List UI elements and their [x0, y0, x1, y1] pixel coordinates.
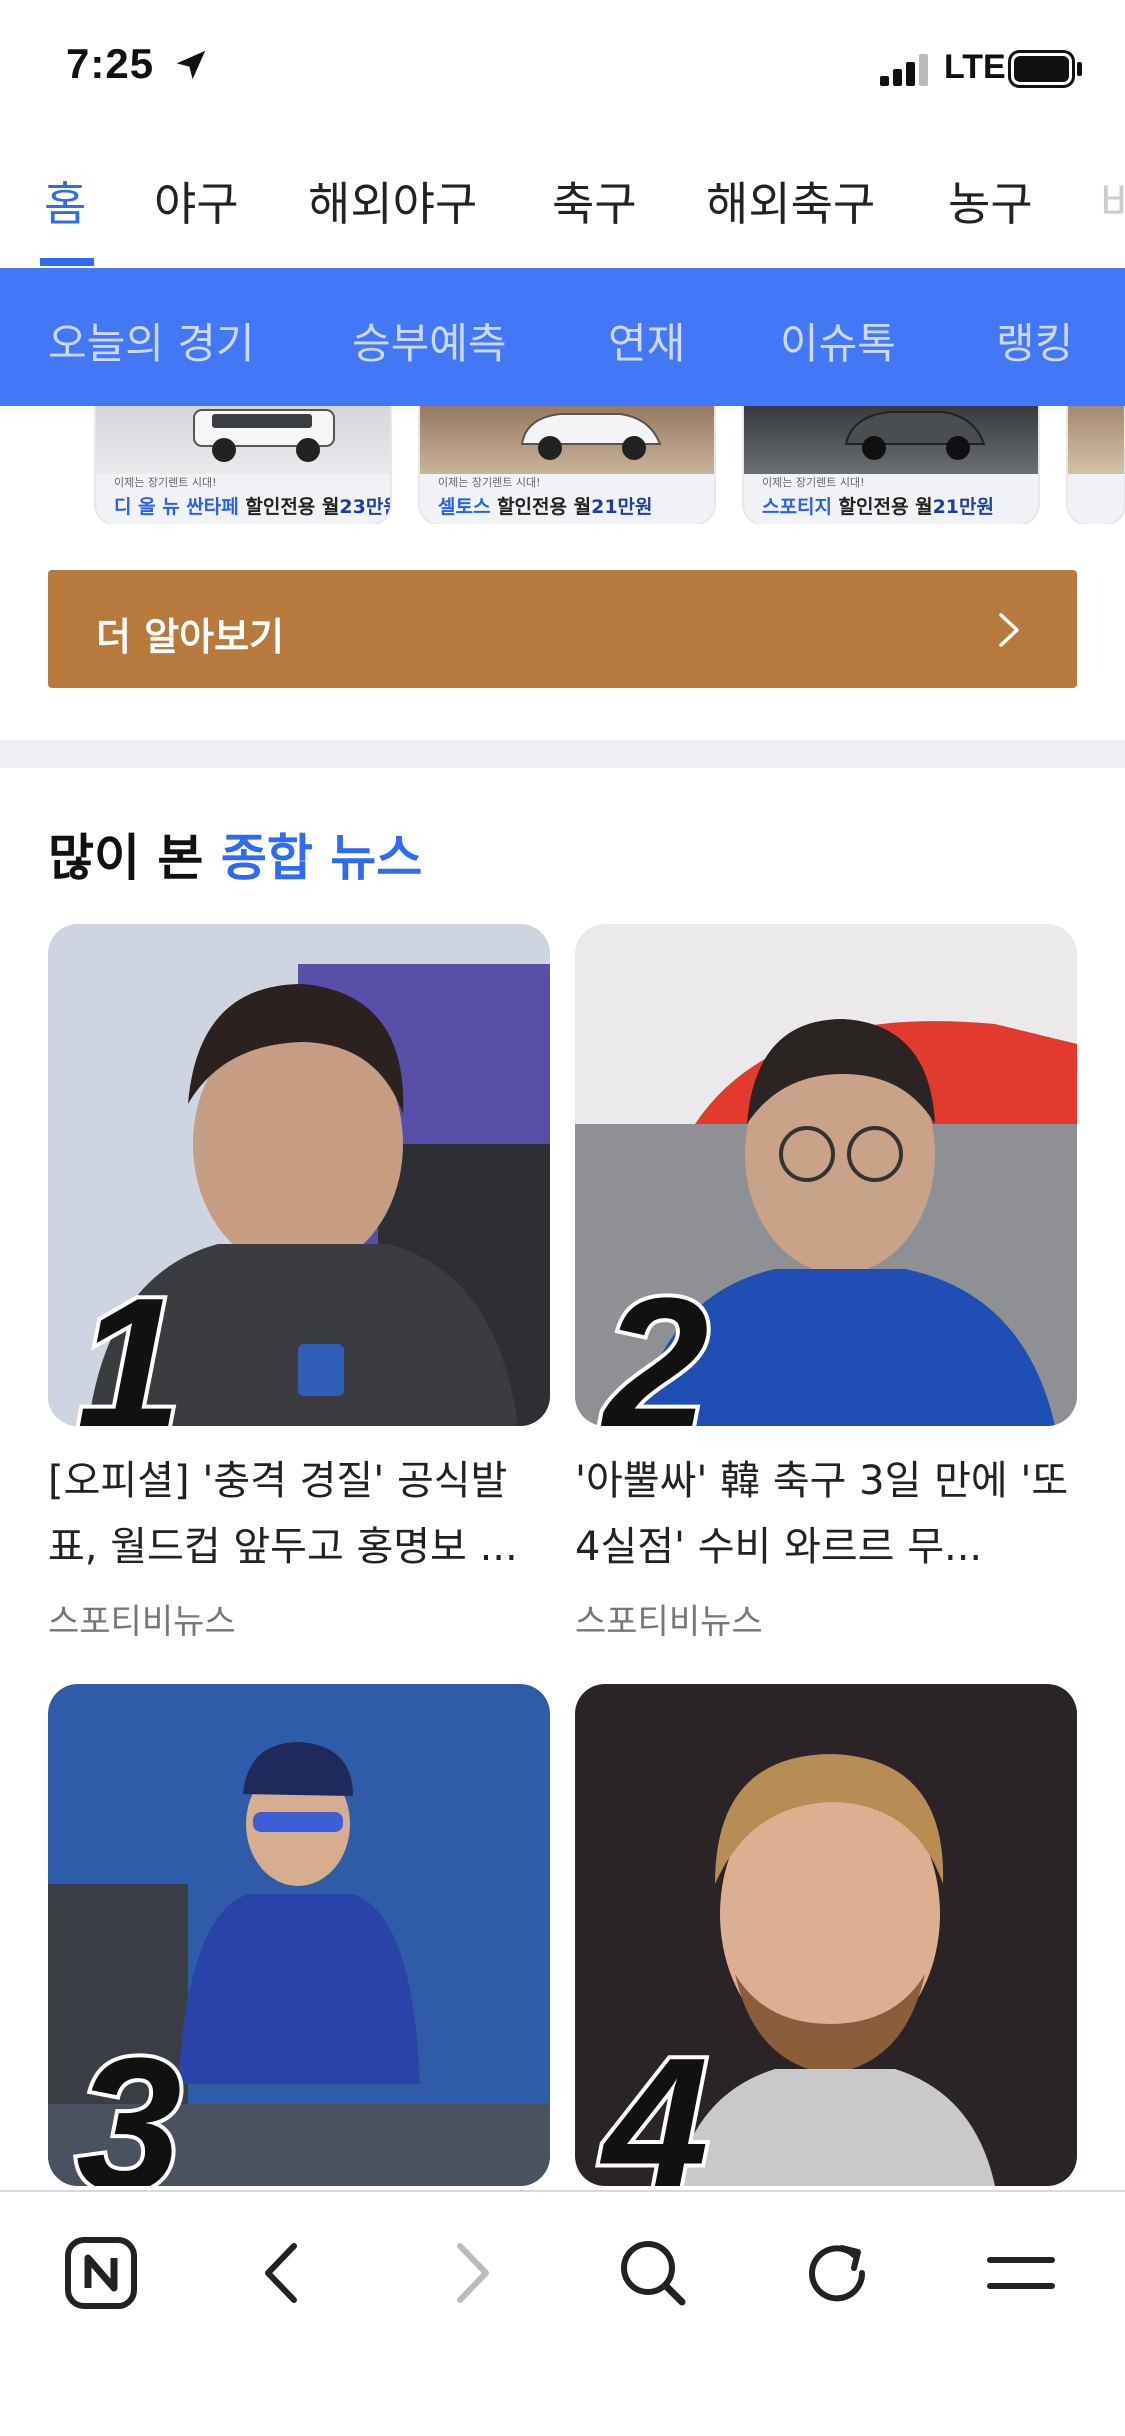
- ad-tagline: 이제는 장기렌트 시대!: [114, 476, 217, 489]
- ad-offer: 디 올 뉴 싼타페 할인전용 월23만원: [114, 496, 390, 518]
- ad-tagline: 이제는 장기렌트 시대!: [762, 476, 865, 489]
- rank-number: 4: [599, 2019, 713, 2186]
- news-card[interactable]: 4: [575, 1684, 1077, 2186]
- browser-toolbar: [0, 2190, 1125, 2436]
- rank-number: 2: [599, 1259, 713, 1426]
- tab-overseas-baseball[interactable]: 해외야구: [308, 168, 477, 234]
- subnav-prediction[interactable]: 승부예측: [352, 310, 507, 371]
- menu-icon[interactable]: [976, 2228, 1066, 2318]
- battery-icon: [1008, 50, 1082, 88]
- signal-icon: [880, 54, 928, 86]
- car-image: [1068, 406, 1124, 474]
- news-thumbnail: 3: [48, 1684, 550, 2186]
- status-time: 7:25: [66, 40, 155, 87]
- car-icon: [844, 411, 986, 460]
- subnav-ranking[interactable]: 랭킹: [996, 310, 1073, 371]
- rank-number: 1: [72, 1259, 186, 1426]
- news-thumbnail: 4: [575, 1684, 1077, 2186]
- news-title[interactable]: '아뿔싸' 韓 축구 3일 만에 '또 4실점' 수비 와르르 무...: [575, 1448, 1077, 1580]
- naver-home-icon[interactable]: [56, 2228, 146, 2318]
- section-title: 많이 본 종합 뉴스: [48, 829, 423, 887]
- tab-soccer[interactable]: 축구: [552, 168, 637, 234]
- news-card[interactable]: 1 [오피셜] '충격 경질' 공식발표, 월드컵 앞두고 홍명보 ... 스포…: [48, 924, 550, 1644]
- back-icon[interactable]: [240, 2228, 330, 2318]
- car-icon: [193, 409, 335, 462]
- ad-card[interactable]: [1066, 406, 1125, 524]
- rank-number: 3: [72, 2019, 186, 2186]
- subnav-today-games[interactable]: 오늘의 경기: [48, 310, 255, 371]
- tab-baseball[interactable]: 야구: [154, 168, 239, 234]
- news-card[interactable]: 2 '아뿔싸' 韓 축구 3일 만에 '또 4실점' 수비 와르르 무... 스…: [575, 924, 1077, 1644]
- news-source: 스포티비뉴스: [575, 1602, 763, 1642]
- active-tab-indicator: [40, 258, 94, 266]
- tab-basketball[interactable]: 농구: [948, 168, 1033, 234]
- news-title[interactable]: [오피셜] '충격 경질' 공식발표, 월드컵 앞두고 홍명보 ...: [48, 1448, 550, 1580]
- ad-tagline: 이제는 장기렌트 시대!: [438, 476, 541, 489]
- sub-nav: 오늘의 경기 승부예측 연재 이슈톡 랭킹: [0, 268, 1125, 406]
- section-divider: [0, 740, 1125, 768]
- reload-icon[interactable]: [792, 2228, 882, 2318]
- ad-offer: 셀토스 할인전용 월21만원: [438, 496, 653, 518]
- news-thumbnail: 2: [575, 924, 1077, 1426]
- subnav-issue-talk[interactable]: 이슈톡: [780, 310, 896, 371]
- learn-more-label: 더 알아보기: [96, 615, 285, 659]
- tab-volleyball[interactable]: 바: [1100, 168, 1125, 234]
- car-icon: [520, 413, 662, 460]
- news-card[interactable]: 3: [48, 1684, 550, 2186]
- subnav-series[interactable]: 연재: [608, 310, 685, 371]
- learn-more-button[interactable]: 더 알아보기: [48, 570, 1077, 688]
- ad-card[interactable]: 이제는 장기렌트 시대! 셀토스 할인전용 월21만원: [418, 406, 716, 524]
- status-bar: 7:25 LTE: [0, 0, 1125, 140]
- car-ad-carousel: 이제는 장기렌트 시대! 디 올 뉴 싼타페 할인전용 월23만원 이제는 장기…: [0, 406, 1125, 524]
- tab-home[interactable]: 홈: [44, 168, 86, 234]
- network-label: LTE: [944, 48, 1006, 86]
- tab-overseas-soccer[interactable]: 해외축구: [706, 168, 875, 234]
- ad-card[interactable]: 이제는 장기렌트 시대! 디 올 뉴 싼타페 할인전용 월23만원: [94, 406, 392, 524]
- search-icon[interactable]: [608, 2228, 698, 2318]
- chevron-right-icon: [999, 613, 1019, 647]
- ad-card[interactable]: 이제는 장기렌트 시대! 스포티지 할인전용 월21만원: [742, 406, 1040, 524]
- main-category-tabs: 홈 야구 해외야구 축구 해외축구 농구 바: [0, 150, 1125, 268]
- news-thumbnail: 1: [48, 924, 550, 1426]
- forward-icon[interactable]: [424, 2228, 514, 2318]
- ad-offer: 스포티지 할인전용 월21만원: [762, 496, 994, 518]
- location-arrow-icon: [176, 50, 206, 80]
- news-source: 스포티비뉴스: [48, 1602, 236, 1642]
